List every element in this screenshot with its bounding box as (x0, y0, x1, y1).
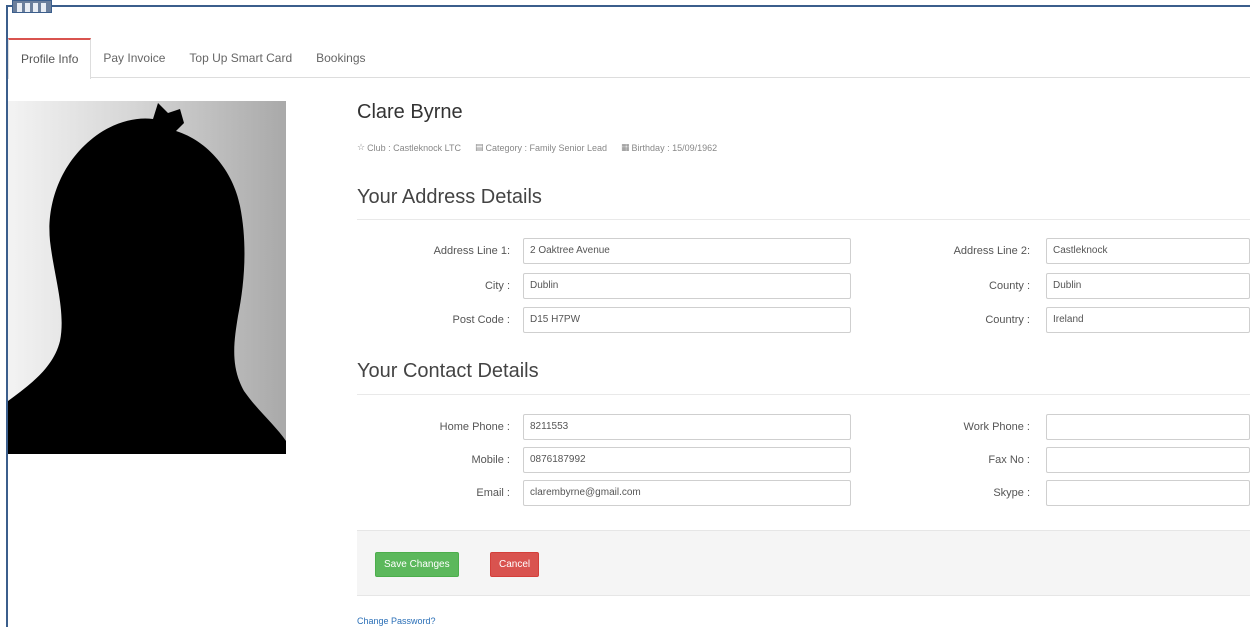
country-input[interactable]: Ireland (1046, 307, 1250, 333)
fax-label: Fax No : (988, 454, 1030, 466)
profile-meta: ☆ Club : Castleknock LTC ▤ Category : Fa… (357, 142, 717, 153)
mobile-label: Mobile : (471, 454, 510, 466)
skype-label: Skype : (993, 487, 1030, 499)
work-phone-label: Work Phone : (963, 421, 1030, 433)
calendar-icon: ▦ (621, 142, 630, 152)
postcode-input[interactable]: D15 H7PW (523, 307, 851, 333)
form-actions: Save Changes Cancel (357, 530, 1250, 596)
address-divider (357, 219, 1250, 220)
fax-input[interactable] (1046, 447, 1250, 473)
postcode-label: Post Code : (452, 314, 510, 326)
birthday-text: Birthday : 15/09/1962 (631, 142, 718, 153)
city-input[interactable]: Dublin (523, 273, 851, 299)
address-section-title: Your Address Details (357, 186, 542, 208)
tab-bookings[interactable]: Bookings (304, 38, 377, 78)
country-label: Country : (985, 314, 1030, 326)
mobile-input[interactable]: 0876187992 (523, 447, 851, 473)
club-meta: ☆ Club : Castleknock LTC (357, 142, 461, 153)
save-changes-button[interactable]: Save Changes (375, 552, 459, 577)
avatar (8, 101, 286, 454)
address-line1-label: Address Line 1: (433, 245, 510, 257)
contact-divider (357, 394, 1250, 395)
address-line2-label: Address Line 2: (953, 245, 1030, 257)
birthday-meta: ▦ Birthday : 15/09/1962 (621, 142, 717, 153)
club-logo (12, 0, 52, 13)
silhouette-icon (8, 103, 286, 454)
email-label: Email : (476, 487, 510, 499)
home-phone-input[interactable]: 8211553 (523, 414, 851, 440)
category-icon: ▤ (474, 142, 484, 152)
club-text: Club : Castleknock LTC (367, 142, 461, 153)
address-line2-input[interactable]: Castleknock (1046, 238, 1250, 264)
county-label: County : (989, 280, 1030, 292)
category-text: Category : Family Senior Lead (485, 142, 608, 153)
skype-input[interactable] (1046, 480, 1250, 506)
contact-section-title: Your Contact Details (357, 360, 539, 382)
category-meta: ▤ Category : Family Senior Lead (475, 142, 607, 153)
county-input[interactable]: Dublin (1046, 273, 1250, 299)
tab-top-up-smart-card[interactable]: Top Up Smart Card (177, 38, 304, 78)
work-phone-input[interactable] (1046, 414, 1250, 440)
tab-pay-invoice[interactable]: Pay Invoice (91, 38, 177, 78)
email-input[interactable]: clarembyrne@gmail.com (523, 480, 851, 506)
cancel-button[interactable]: Cancel (490, 552, 540, 577)
address-line1-input[interactable]: 2 Oaktree Avenue (523, 238, 851, 264)
profile-name: Clare Byrne (357, 101, 463, 123)
tab-profile-info[interactable]: Profile Info (8, 38, 92, 79)
star-icon: ☆ (357, 142, 366, 152)
home-phone-label: Home Phone : (439, 421, 510, 433)
tab-bar: Profile Info Pay Invoice Top Up Smart Ca… (8, 38, 1250, 79)
city-label: City : (484, 280, 510, 292)
change-password-link[interactable]: Change Password? (357, 616, 436, 626)
